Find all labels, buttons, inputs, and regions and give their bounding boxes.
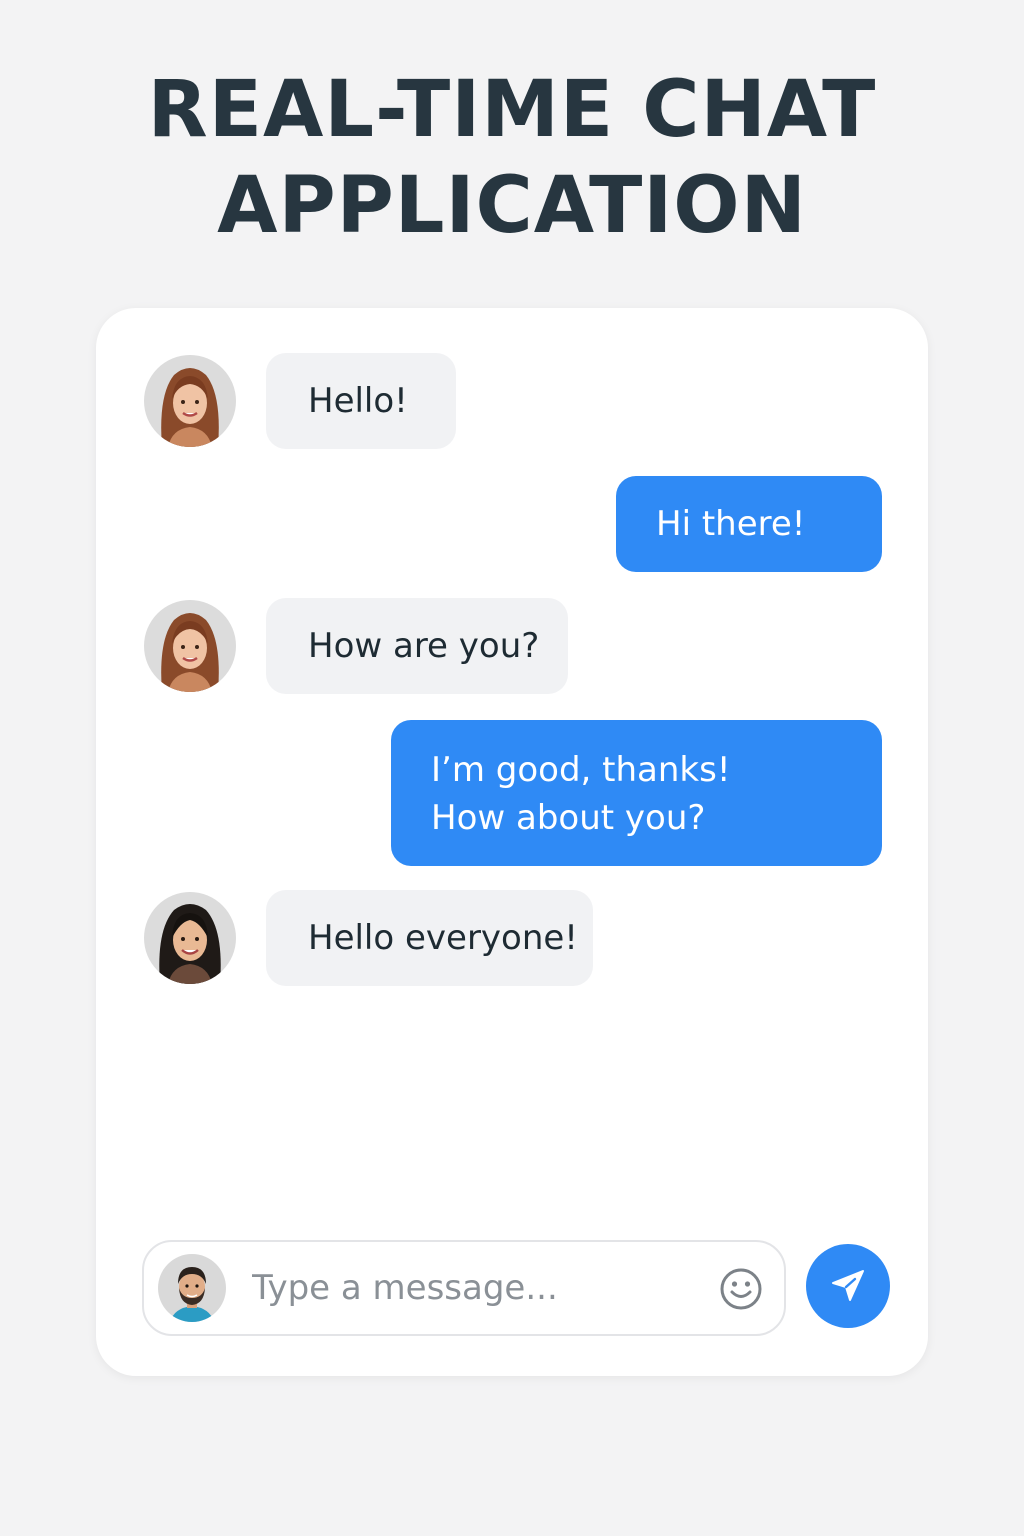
woman-auburn-hair-avatar [144,355,236,447]
message-bubble-incoming: How are you? [266,598,568,694]
message-bubble-incoming: Hello! [266,353,456,449]
message-row-incoming: Hello! [144,353,456,449]
paper-plane-icon [832,1270,864,1301]
message-row-outgoing: Hi there! [616,476,882,572]
message-row-outgoing: I’m good, thanks! How about you? [391,720,882,866]
page-title: REAL-TIME CHAT APPLICATION [0,62,1024,254]
woman-dark-hair-avatar [144,892,236,984]
smiley-face-icon[interactable] [718,1266,764,1312]
chat-window: Hello! Hi there! How are you? I’m good, … [96,308,928,1376]
message-bubble-outgoing: I’m good, thanks! How about you? [391,720,882,866]
page-title-line-1: REAL-TIME CHAT [147,65,877,155]
send-button[interactable] [806,1244,890,1328]
message-line: How about you? [431,798,706,838]
page-title-line-2: APPLICATION [217,161,807,251]
message-input[interactable] [252,1262,692,1314]
woman-auburn-hair-avatar [144,600,236,692]
message-composer [142,1240,786,1336]
message-bubble-outgoing: Hi there! [616,476,882,572]
message-bubble-incoming: Hello everyone! [266,890,593,986]
man-bearded-avatar [158,1254,226,1322]
message-line: I’m good, thanks! [431,750,731,790]
message-row-incoming: How are you? [144,598,568,694]
message-row-incoming: Hello everyone! [144,890,593,986]
